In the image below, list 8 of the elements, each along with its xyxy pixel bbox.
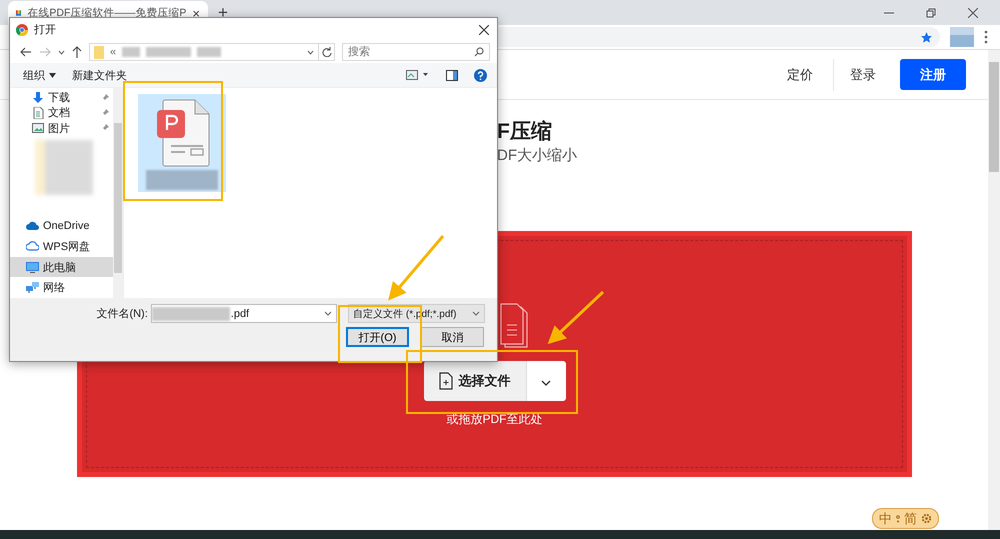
file-name-label: 文件名(N): [95,306,149,321]
dialog-title: 打开 [34,23,56,37]
drop-hint: 或拖放PDF至此处 [446,411,542,428]
ime-mode: 简 [904,510,917,528]
page-subtitle: DF大小缩小 [497,146,578,165]
page-title: F压缩 [497,119,553,145]
tab-title: 在线PDF压缩软件——免费压缩P [27,6,186,20]
ime-mode: 中 [879,510,892,528]
